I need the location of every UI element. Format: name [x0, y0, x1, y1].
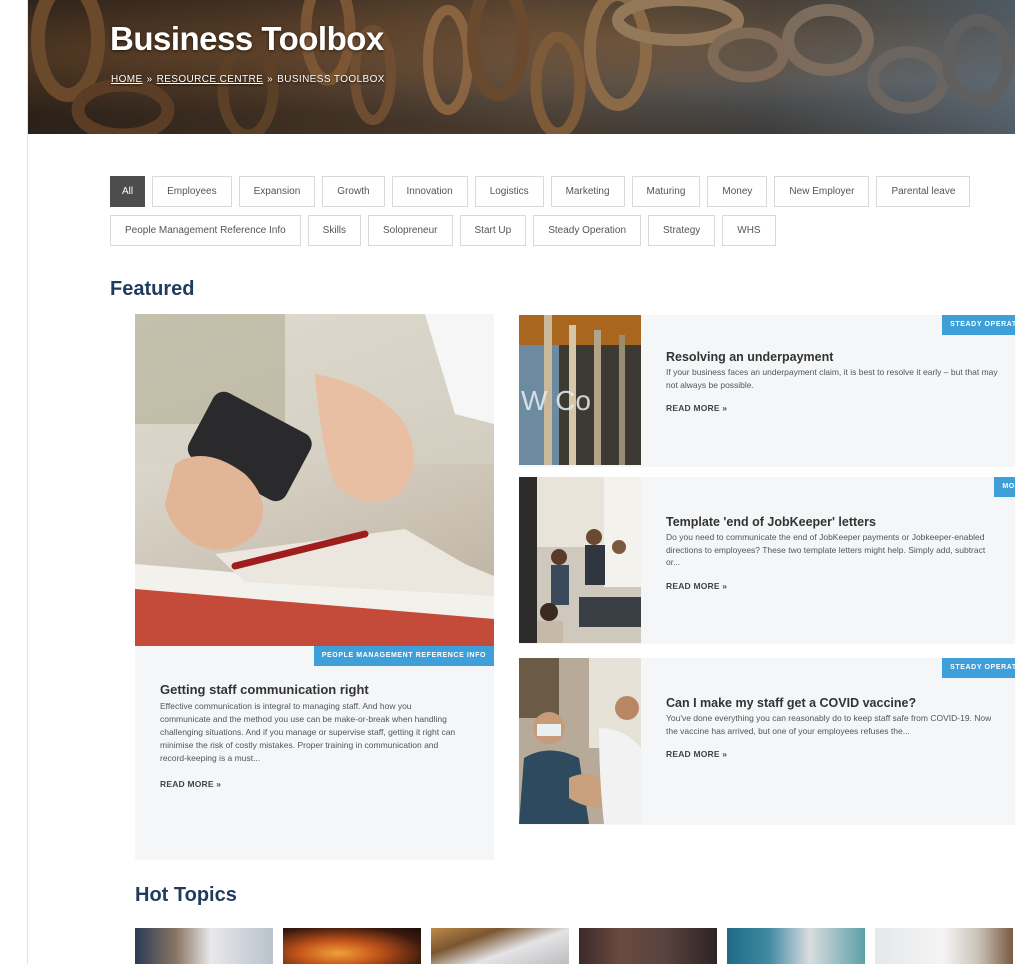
filter-chip-money[interactable]: Money [707, 176, 768, 207]
category-filter-bar: All Employees Expansion Growth Innovatio… [110, 176, 1015, 254]
phone-notebook-illustration [135, 314, 494, 646]
featured-card-underpayment[interactable]: W Co STEADY OPERATION Resolving an under… [519, 315, 1015, 467]
filter-chip-whs[interactable]: WHS [722, 215, 776, 246]
category-tag[interactable]: MONEY [994, 477, 1015, 497]
hot-topic-thumbnail[interactable] [875, 928, 1013, 964]
filter-row-1: All Employees Expansion Growth Innovatio… [110, 176, 1015, 207]
vaccination-image [519, 658, 641, 824]
featured-heading: Featured [110, 278, 195, 300]
card-description: You've done everything you can reasonabl… [666, 713, 992, 736]
filter-chip-all[interactable]: All [110, 176, 146, 207]
office-meeting-illustration [519, 477, 641, 643]
card-body: Getting staff communication right Effect… [160, 682, 460, 789]
filter-row-2: People Management Reference Info Skills … [110, 215, 1015, 246]
breadcrumb-separator: » [146, 74, 153, 85]
hot-topic-thumbnail[interactable] [431, 928, 569, 964]
card-body: Resolving an underpayment If your busine… [666, 350, 1001, 413]
phone-notebook-image [135, 314, 494, 646]
breadcrumb-resource-centre-link[interactable]: RESOURCE CENTRE [157, 74, 264, 85]
office-meeting-image [519, 477, 641, 643]
filter-chip-steady-operation[interactable]: Steady Operation [533, 215, 642, 246]
breadcrumb-separator: » [267, 74, 274, 85]
filter-chip-solopreneur[interactable]: Solopreneur [368, 215, 453, 246]
courts-building-illustration: W Co [519, 315, 641, 465]
hot-topic-thumbnail[interactable] [135, 928, 273, 964]
hot-topic-thumbnail[interactable] [579, 928, 717, 964]
filter-chip-marketing[interactable]: Marketing [550, 176, 625, 207]
filter-chip-start-up[interactable]: Start Up [459, 215, 527, 246]
card-body: Template 'end of JobKeeper' letters Do y… [666, 515, 1001, 591]
hot-topics-heading: Hot Topics [135, 884, 237, 906]
breadcrumb: HOME» RESOURCE CENTRE» BUSINESS TOOLBOX [111, 74, 385, 85]
category-tag[interactable]: STEADY OPERATION [942, 315, 1015, 335]
filter-chip-new-employer[interactable]: New Employer [774, 176, 870, 207]
hot-topic-thumbnail[interactable] [727, 928, 865, 964]
card-description: Effective communication is integral to m… [160, 701, 456, 763]
card-title[interactable]: Resolving an underpayment [666, 350, 1001, 364]
category-tag[interactable]: PEOPLE MANAGEMENT REFERENCE INFO [313, 646, 494, 666]
filter-chip-parental-leave[interactable]: Parental leave [876, 176, 971, 207]
filter-chip-expansion[interactable]: Expansion [238, 176, 316, 207]
filter-chip-strategy[interactable]: Strategy [648, 215, 716, 246]
featured-big-card[interactable]: PEOPLE MANAGEMENT REFERENCE INFO Getting… [135, 314, 494, 860]
filter-chip-innovation[interactable]: Innovation [391, 176, 468, 207]
page-title: Business Toolbox [110, 20, 384, 57]
category-tag[interactable]: STEADY OPERATION [942, 658, 1015, 678]
featured-card-covid-vaccine[interactable]: STEADY OPERATION Can I make my staff get… [519, 658, 1015, 825]
courts-building-image: W Co [519, 315, 641, 465]
card-title[interactable]: Can I make my staff get a COVID vaccine? [666, 696, 1001, 710]
read-more-link[interactable]: READ MORE » [666, 749, 1001, 759]
vaccination-illustration [519, 658, 641, 824]
page-left-border [27, 0, 28, 964]
breadcrumb-current: BUSINESS TOOLBOX [277, 74, 385, 85]
hot-topics-strip [135, 928, 1013, 964]
filter-chip-people-management-reference-info[interactable]: People Management Reference Info [110, 215, 301, 246]
courts-sign-lettering: W Co [521, 385, 591, 416]
read-more-link[interactable]: READ MORE » [666, 581, 1001, 591]
filter-chip-employees[interactable]: Employees [152, 176, 232, 207]
filter-chip-logistics[interactable]: Logistics [474, 176, 544, 207]
breadcrumb-home-link[interactable]: HOME [111, 74, 143, 85]
card-body: Can I make my staff get a COVID vaccine?… [666, 696, 1001, 759]
card-description: Do you need to communicate the end of Jo… [666, 532, 986, 567]
hero-banner: Business Toolbox HOME» RESOURCE CENTRE» BU… [28, 0, 1015, 134]
card-description: If your business faces an underpayment c… [666, 367, 998, 390]
filter-chip-skills[interactable]: Skills [307, 215, 362, 246]
filter-chip-growth[interactable]: Growth [322, 176, 385, 207]
filter-chip-maturing[interactable]: Maturing [631, 176, 701, 207]
hot-topic-thumbnail[interactable] [283, 928, 421, 964]
featured-card-jobkeeper-letters[interactable]: MONEY Template 'end of JobKeeper' letter… [519, 477, 1015, 644]
card-title[interactable]: Template 'end of JobKeeper' letters [666, 515, 1001, 529]
read-more-link[interactable]: READ MORE » [666, 403, 1001, 413]
read-more-link[interactable]: READ MORE » [160, 779, 460, 789]
card-title[interactable]: Getting staff communication right [160, 682, 460, 697]
